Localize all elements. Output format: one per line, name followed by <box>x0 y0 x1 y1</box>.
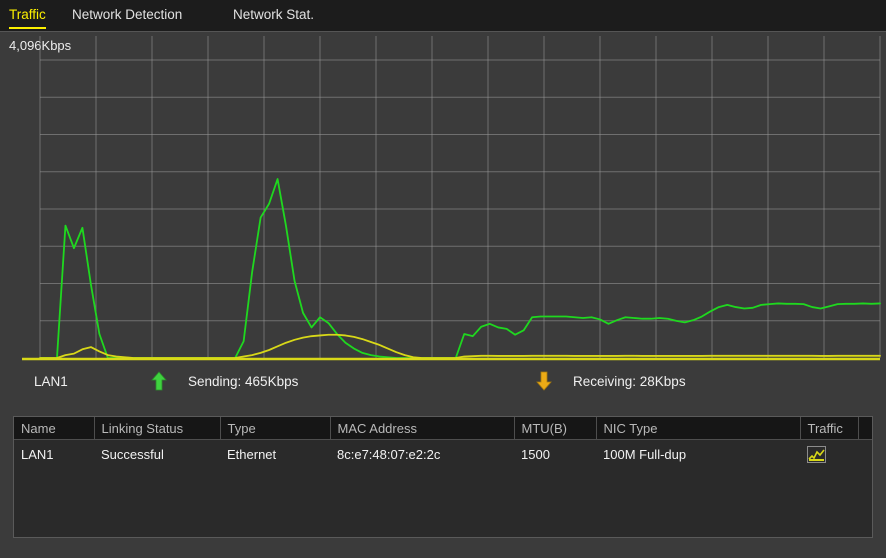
sending-rate-label: Sending: 465Kbps <box>188 374 299 389</box>
arrow-down-icon <box>536 371 552 391</box>
column-header-type[interactable]: Type <box>220 417 331 440</box>
nic-table: Name Linking Status Type MAC Address MTU… <box>13 416 873 538</box>
cell-spacer <box>858 439 872 468</box>
traffic-plot-svg <box>22 36 881 361</box>
traffic-chart-panel: 4,096Kbps <box>0 32 886 365</box>
traffic-legend: LAN1 Sending: 465Kbps Receiving: 28Kbps <box>0 365 886 413</box>
table-header-row: Name Linking Status Type MAC Address MTU… <box>14 417 872 440</box>
cell-name: LAN1 <box>14 439 94 468</box>
receiving-rate-label: Receiving: 28Kbps <box>573 374 686 389</box>
cell-linking-status: Successful <box>94 439 220 468</box>
column-header-traffic[interactable]: Traffic <box>800 417 859 440</box>
cell-type: Ethernet <box>220 439 330 468</box>
cell-mtu: 1500 <box>514 439 596 468</box>
table-row[interactable]: LAN1 Successful Ethernet 8c:e7:48:07:e2:… <box>14 439 872 468</box>
table-empty-area <box>14 468 872 496</box>
tab-network-stat[interactable]: Network Stat. <box>233 6 314 27</box>
tab-bar: Traffic Network Detection Network Stat. <box>0 0 886 32</box>
legend-interface-name: LAN1 <box>34 374 68 389</box>
network-traffic-screen: Traffic Network Detection Network Stat. … <box>0 0 886 558</box>
traffic-chart-icon[interactable] <box>807 445 826 463</box>
column-header-name[interactable]: Name <box>14 417 95 440</box>
column-header-linking-status[interactable]: Linking Status <box>94 417 221 440</box>
traffic-plot <box>0 32 886 365</box>
cell-nic-type: 100M Full-dup <box>596 439 800 468</box>
cell-traffic <box>800 439 858 468</box>
tab-traffic[interactable]: Traffic <box>9 6 46 29</box>
cell-mac-address: 8c:e7:48:07:e2:2c <box>330 439 514 468</box>
column-header-nic-type[interactable]: NIC Type <box>596 417 801 440</box>
column-header-mtu[interactable]: MTU(B) <box>514 417 597 440</box>
arrow-up-icon <box>151 371 167 391</box>
column-header-mac-address[interactable]: MAC Address <box>330 417 515 440</box>
column-header-spacer <box>858 417 872 440</box>
tab-network-detection[interactable]: Network Detection <box>72 6 182 27</box>
